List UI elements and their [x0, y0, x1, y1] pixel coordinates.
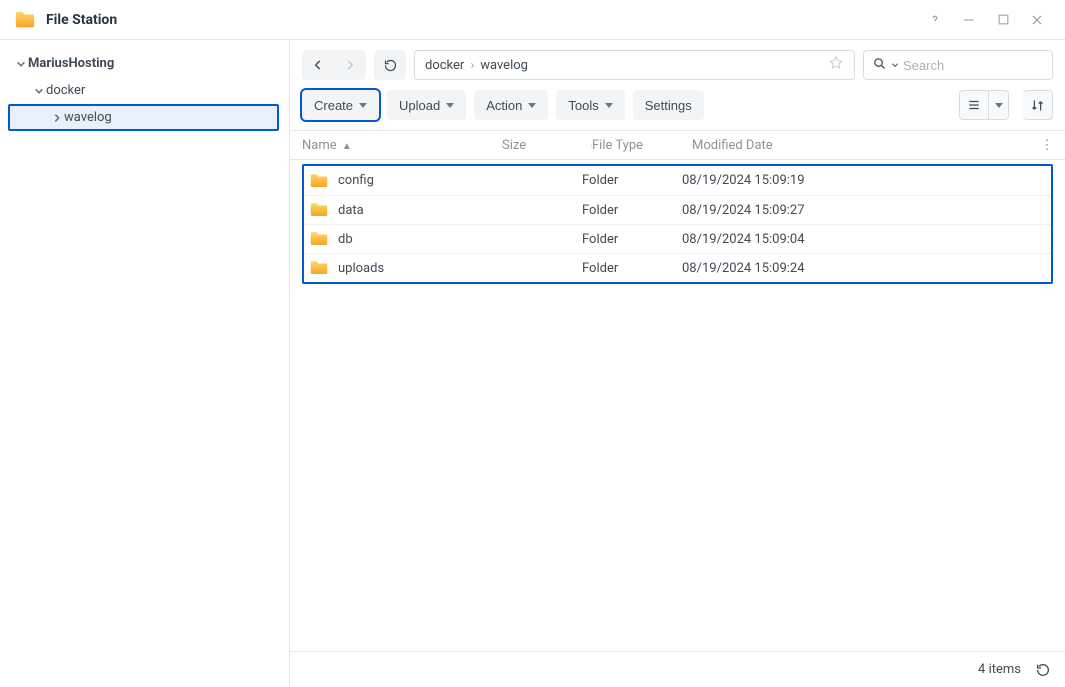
breadcrumb[interactable]: docker › wavelog [414, 50, 855, 80]
app-folder-icon [14, 9, 36, 31]
view-dropdown-button[interactable] [989, 90, 1009, 120]
file-name: db [338, 232, 353, 247]
folder-icon [310, 173, 328, 189]
file-table: Name ▲ Size File Type Modified Date ⋮ co… [290, 130, 1065, 651]
upload-button-label: Upload [399, 98, 440, 113]
star-icon[interactable] [828, 55, 844, 75]
col-modified[interactable]: Modified Date [692, 138, 1035, 153]
tree-item-docker[interactable]: docker [0, 77, 289, 104]
tree-item-label: docker [46, 83, 85, 98]
tools-button-label: Tools [568, 98, 598, 113]
search-input[interactable] [903, 58, 1065, 73]
file-modified: 08/19/2024 15:09:27 [682, 203, 1051, 218]
caret-right-icon [50, 111, 64, 125]
rows-highlight-box: config Folder 08/19/2024 15:09:19 data F… [302, 164, 1053, 284]
table-row[interactable]: config Folder 08/19/2024 15:09:19 [304, 166, 1051, 195]
sort-asc-icon: ▲ [342, 141, 352, 152]
folder-icon [310, 231, 328, 247]
table-row[interactable]: uploads Folder 08/19/2024 15:09:24 [304, 253, 1051, 282]
sort-button[interactable] [1023, 90, 1053, 120]
file-modified: 08/19/2024 15:09:19 [682, 173, 1051, 188]
file-type: Folder [582, 261, 682, 276]
caret-down-icon [605, 103, 613, 108]
col-name[interactable]: Name ▲ [302, 138, 502, 153]
caret-down-icon [32, 84, 46, 98]
toolbar-actions: Create Upload Action Tools Settings [290, 86, 1065, 130]
window-title: File Station [46, 12, 915, 28]
columns-more-icon[interactable]: ⋮ [1035, 138, 1065, 153]
caret-down-icon [359, 103, 367, 108]
caret-down-icon [528, 103, 536, 108]
search-icon [872, 56, 887, 75]
tree-root-label: MariusHosting [28, 56, 114, 71]
tree-root[interactable]: MariusHosting [0, 50, 289, 77]
titlebar: File Station [0, 0, 1065, 40]
toolbar-nav: docker › wavelog [290, 40, 1065, 86]
nav-back-button[interactable] [302, 50, 334, 80]
caret-down-icon[interactable] [891, 58, 899, 73]
col-size[interactable]: Size [502, 138, 592, 153]
action-button[interactable]: Action [474, 90, 548, 120]
table-header: Name ▲ Size File Type Modified Date ⋮ [290, 130, 1065, 160]
help-icon[interactable] [921, 6, 949, 34]
file-modified: 08/19/2024 15:09:04 [682, 232, 1051, 247]
settings-button-label: Settings [645, 98, 692, 113]
action-button-label: Action [486, 98, 522, 113]
file-type: Folder [582, 203, 682, 218]
caret-down-icon [446, 103, 454, 108]
file-name: uploads [338, 261, 384, 276]
file-name: data [338, 203, 364, 218]
caret-down-icon [995, 103, 1003, 108]
file-modified: 08/19/2024 15:09:24 [682, 261, 1051, 276]
file-type: Folder [582, 173, 682, 188]
close-icon[interactable] [1023, 6, 1051, 34]
search-box[interactable] [863, 50, 1053, 80]
statusbar: 4 items [290, 651, 1065, 687]
col-name-label: Name [302, 138, 337, 153]
tree-item-label: wavelog [64, 110, 112, 125]
caret-down-icon [14, 57, 28, 71]
table-row[interactable]: db Folder 08/19/2024 15:09:04 [304, 224, 1051, 253]
crumb-wavelog[interactable]: wavelog [480, 58, 528, 73]
tree-item-wavelog[interactable]: wavelog [8, 104, 279, 131]
table-row[interactable]: data Folder 08/19/2024 15:09:27 [304, 195, 1051, 224]
nav-forward-button[interactable] [334, 50, 366, 80]
file-name: config [338, 173, 374, 188]
file-type: Folder [582, 232, 682, 247]
view-list-button[interactable] [959, 90, 989, 120]
item-count: 4 items [978, 662, 1021, 677]
maximize-icon[interactable] [989, 6, 1017, 34]
crumb-docker[interactable]: docker [425, 58, 464, 73]
folder-icon [310, 202, 328, 218]
main-panel: docker › wavelog Create [290, 40, 1065, 687]
upload-button[interactable]: Upload [387, 90, 466, 120]
sidebar: MariusHosting docker wavelog [0, 40, 290, 687]
minimize-icon[interactable] [955, 6, 983, 34]
status-refresh-button[interactable] [1035, 662, 1051, 678]
create-button[interactable]: Create [302, 90, 379, 120]
refresh-button[interactable] [374, 50, 406, 80]
col-filetype[interactable]: File Type [592, 138, 692, 153]
tools-button[interactable]: Tools [556, 90, 624, 120]
create-button-label: Create [314, 98, 353, 113]
settings-button[interactable]: Settings [633, 90, 704, 120]
chevron-right-icon: › [470, 58, 474, 73]
folder-icon [310, 260, 328, 276]
